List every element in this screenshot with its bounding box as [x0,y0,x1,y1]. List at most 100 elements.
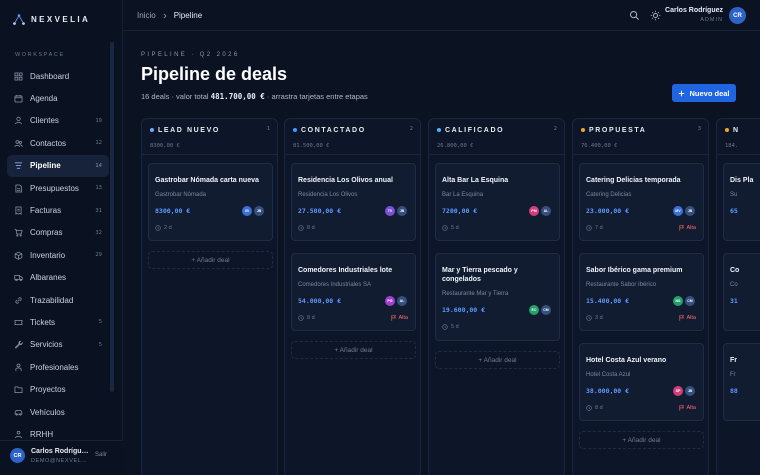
sidebar-item-clientes[interactable]: Clientes 19 [7,110,109,132]
sidebar-item-label: Agenda [30,94,58,104]
sidebar-item-trazabilidad[interactable]: Trazabilidad [7,289,109,311]
sidebar-scrollbar[interactable] [110,42,114,392]
topbar: Inicio Pipeline Carlos Rodríguez ADMIN C… [123,0,760,31]
stage-dot [293,128,297,132]
deal-card[interactable]: Sabor Ibérico gama premium Restaurante Sa… [579,253,704,331]
deal-card[interactable]: Catering Delicias temporada Catering Deli… [579,163,704,241]
deal-card[interactable]: Hotel Costa Azul verano Hotel Costa Azul 3… [579,343,704,421]
sidebar-item-inventario[interactable]: Inventario 29 [7,244,109,266]
add-deal-button[interactable]: + Añadir deal [148,251,273,269]
column-header: PROPUESTA 3 76.400,00 € [573,119,708,155]
document-icon [15,184,22,193]
owner-avatar: CM [685,296,695,306]
add-deal-button[interactable]: + Añadir deal [435,351,560,369]
deal-amount: 23.000,00 € [586,207,630,215]
breadcrumb-current: Pipeline [173,11,203,20]
avatar[interactable]: CR [729,7,746,24]
priority-label: Alta [686,225,696,231]
deal-age: 8 d [298,225,315,231]
stage-dot [581,128,585,132]
deal-card[interactable]: Gastrobar Nómada carta nueva Gastrobar Nó… [148,163,273,241]
summary-count: 16 deals · valor total [141,92,209,101]
deal-card[interactable]: Alta Bar La Esquina Bar La Esquina 7200,00… [435,163,560,241]
deal-owners: MV JB [673,206,695,216]
deal-owners: PG AL [385,296,407,306]
sidebar-item-tickets[interactable]: Tickets 5 [7,311,109,333]
sidebar-item-vehiculos[interactable]: Vehículos [7,401,109,423]
deal-age-label: 8 d [595,405,603,411]
deal-company: Bar La Esquina [442,192,484,198]
deal-company: Residencia Los Olivos [298,192,358,198]
deal-card[interactable]: Co Co 31 [723,253,760,331]
column-total: 8300,00 € [150,143,180,149]
sidebar-item-proyectos[interactable]: Proyectos [7,378,109,400]
sidebar-item-label: Profesionales [30,362,79,372]
deal-owners: EC CM [529,305,551,315]
deal-owners: IB JB [242,206,264,216]
deal-card[interactable]: Dis Pla Su 65 [723,163,760,241]
current-user-role: ADMIN [700,17,723,23]
owner-avatar: PM [529,206,539,216]
sidebar-item-servicios[interactable]: Servicios 5 [7,334,109,356]
sidebar-item-count: 5 [98,319,102,326]
sidebar-item-label: Clientes [30,116,59,126]
sidebar-item-agenda[interactable]: Agenda [7,87,109,109]
sidebar-item-pipeline[interactable]: Pipeline 14 [7,154,109,177]
column-title: CALIFICADO [445,126,505,134]
theme-toggle-icon[interactable] [650,10,661,21]
sidebar-item-facturas[interactable]: Facturas 31 [7,199,109,221]
stage-dot [437,128,441,132]
truck-icon [14,275,23,282]
sidebar-item-compras[interactable]: Compras 32 [7,222,109,244]
deal-card[interactable]: Comedores Industriales lote Comedores Ind… [291,253,416,331]
link-icon [15,296,22,304]
pipeline-summary: 16 deals · valor total 481.700,00 € · ar… [141,92,368,101]
sidebar-item-label: Tickets [30,317,56,327]
owner-avatar: MV [673,206,683,216]
sidebar-item-albaranes[interactable]: Albaranes [7,267,109,289]
sidebar-item-label: Inventario [30,250,66,260]
deal-company: Gastrobar Nómada [155,192,207,198]
deal-title: Comedores Industriales lote [298,267,393,274]
brand-logo[interactable]: NEXVELIA [13,14,90,25]
add-deal-button[interactable]: + Añadir deal [291,341,416,359]
sidebar-item-label: Pipeline [30,161,61,171]
sidebar-item-presupuestos[interactable]: Presupuestos 13 [7,177,109,199]
deal-title: Dis Pla [730,177,754,184]
deal-company: Fr [730,372,736,378]
sidebar-item-dashboard[interactable]: Dashboard [7,65,109,87]
priority-badge: Alta [679,315,696,321]
priority-label: Alta [686,405,696,411]
pipeline-column: PROPUESTA 3 76.400,00 € Catering Delicias t… [572,118,709,475]
deal-owners: TV JB [385,206,407,216]
sidebar-user: CR Carlos Rodrígu… DEMO@NEXVEL… Salir [0,440,123,475]
owner-avatar: SP [673,386,683,396]
sidebar-item-label: Servicios [30,340,63,350]
ticket-icon [14,320,23,325]
brand-name: NEXVELIA [31,15,91,24]
deal-age: 7 d [586,225,603,231]
column-header: CALIFICADO 2 26.800,00 € [429,119,564,155]
deal-owners: SP JB [673,386,695,396]
clock-icon [442,225,448,231]
pipeline-column: N 184. Dis Pla Su 65 Co Co 31 Fr Fr 88 [716,118,760,475]
box-icon [14,251,23,260]
owner-avatar: JB [685,206,695,216]
deal-card[interactable]: Fr Fr 88 [723,343,760,421]
deal-card[interactable]: Mar y Tierra pescado y congelados Restaur… [435,253,560,341]
deal-card[interactable]: Residencia Los Olivos anual Residencia Lo… [291,163,416,241]
avatar[interactable]: CR [10,448,25,463]
new-deal-button[interactable]: Nuevo deal [672,84,736,102]
search-icon[interactable] [629,10,640,21]
deal-amount: 7200,00 € [442,207,478,215]
sidebar-item-contactos[interactable]: Contactos 12 [7,132,109,154]
page-title: Pipeline de deals [141,64,288,84]
page-eyebrow: PIPELINE · Q2 2026 [141,52,240,58]
deal-title: Residencia Los Olivos anual [298,177,393,184]
clock-icon [155,225,161,231]
breadcrumb-home[interactable]: Inicio [137,11,156,20]
sidebar-item-profesionales[interactable]: Profesionales [7,356,109,378]
column-title: LEAD NUEVO [158,126,220,134]
logout-button[interactable]: Salir [95,452,107,458]
add-deal-button[interactable]: + Añadir deal [579,431,704,449]
